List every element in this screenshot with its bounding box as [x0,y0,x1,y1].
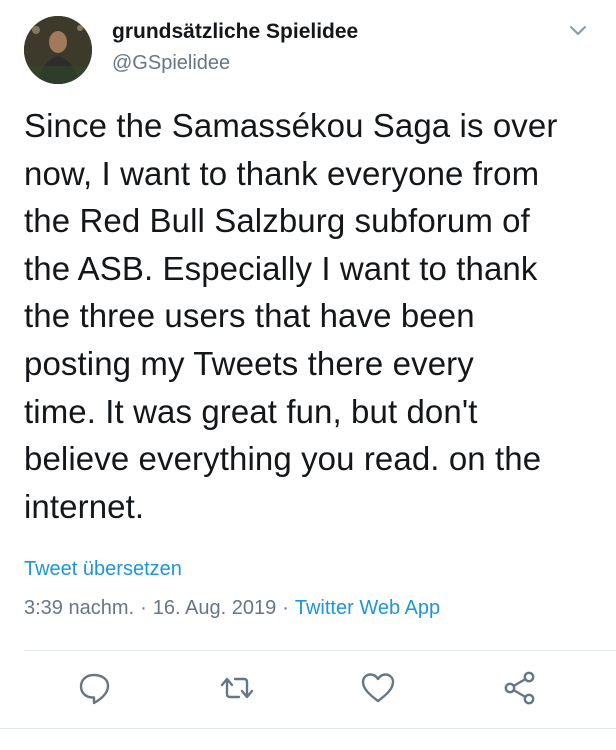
share-icon [504,671,535,705]
author-display-name[interactable]: grundsätzliche Spielidee [112,20,358,44]
like-button[interactable] [358,668,398,708]
tweet-text: Since the Samassékou Saga is over now, I… [24,107,558,525]
chevron-down-icon[interactable] [565,18,591,44]
heart-icon [361,673,395,703]
divider [24,650,616,651]
profile-photo-icon [24,16,92,84]
tweet-time[interactable]: 3:39 nachm. [24,597,134,619]
tweet-source[interactable]: Twitter Web App [295,597,440,619]
comment-icon [79,673,110,705]
meta-separator: · [140,597,147,619]
tweet-date[interactable]: 16. Aug. 2019 [153,597,276,619]
tweet-actions [0,668,616,712]
reply-button[interactable] [75,668,115,708]
author-handle[interactable]: @GSpielidee [112,52,230,75]
meta-separator: · [282,597,289,619]
tweet-metadata: 3:39 nachm. · 16. Aug. 2019 · Twitter Web Ap… [24,597,440,620]
share-button[interactable] [500,668,540,708]
retweet-button[interactable] [217,668,257,708]
retweet-icon [220,677,254,699]
translate-tweet-link[interactable]: Tweet übersetzen [24,558,182,581]
divider [0,728,616,729]
avatar[interactable] [24,16,92,84]
